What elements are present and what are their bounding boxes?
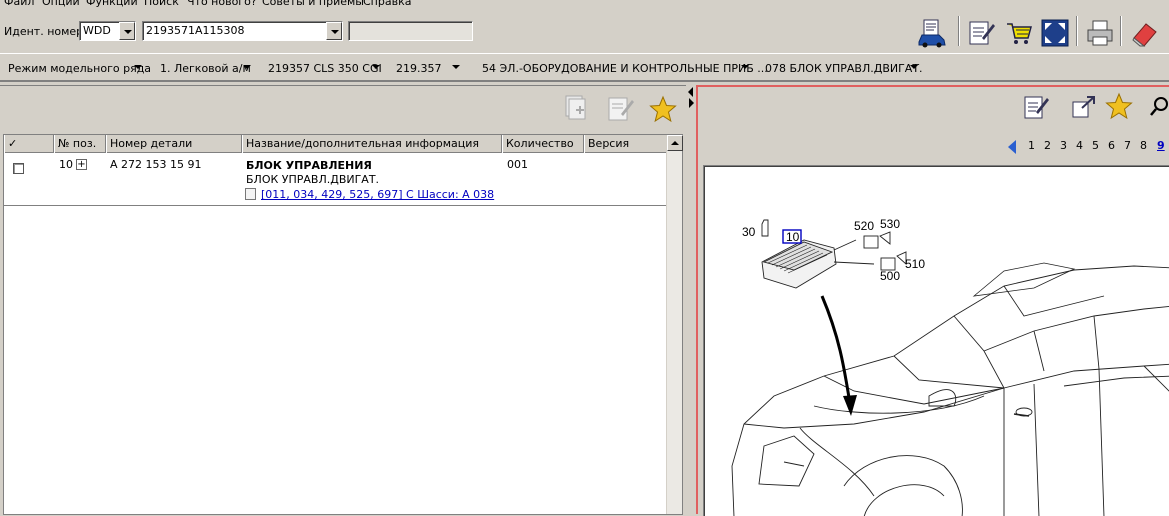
col-name[interactable]: Название/дополнительная информация bbox=[242, 135, 502, 153]
ident-prefix-select[interactable]: WDD bbox=[79, 21, 136, 41]
chevron-down-icon[interactable] bbox=[910, 65, 918, 69]
chevron-down-icon[interactable] bbox=[741, 65, 749, 69]
chevron-down-icon[interactable] bbox=[119, 22, 135, 40]
page-link-6[interactable]: 6 bbox=[1108, 139, 1115, 152]
previous-page-icon[interactable] bbox=[1008, 140, 1016, 154]
star-icon[interactable] bbox=[649, 95, 677, 123]
search-icon[interactable] bbox=[1150, 95, 1169, 117]
expand-window-icon[interactable] bbox=[1070, 93, 1098, 121]
callout-530[interactable]: 530 bbox=[880, 217, 900, 231]
table-row[interactable]: 10 + A 272 153 15 91 БЛОК УПРАВЛЕНИЯ БЛО… bbox=[4, 154, 668, 206]
page-link-5[interactable]: 5 bbox=[1092, 139, 1099, 152]
page-link-4[interactable]: 4 bbox=[1076, 139, 1083, 152]
row-position: 10 bbox=[59, 158, 73, 171]
breadcrumb-group[interactable]: 54 ЭЛ.-ОБОРУДОВАНИЕ И КОНТРОЛЬНЫЕ ПРИБ .… bbox=[482, 62, 768, 75]
fullscreen-icon[interactable] bbox=[1040, 18, 1070, 48]
row-checkbox[interactable] bbox=[13, 163, 24, 174]
scroll-up-button[interactable] bbox=[667, 135, 683, 151]
menu-tips[interactable]: Советы и приемы bbox=[262, 0, 364, 8]
vehicle-data-icon[interactable] bbox=[917, 18, 947, 48]
chevron-down-icon[interactable] bbox=[452, 65, 460, 69]
expand-icon[interactable]: + bbox=[76, 159, 87, 170]
menu-options[interactable]: Опции bbox=[42, 0, 80, 8]
breadcrumb-type[interactable]: 219.357 bbox=[396, 62, 442, 75]
ident-number-combo[interactable]: 2193571A115308 bbox=[142, 21, 343, 41]
page-link-3[interactable]: 3 bbox=[1060, 139, 1067, 152]
breadcrumb-model[interactable]: 219357 CLS 350 CGI bbox=[268, 62, 382, 75]
car-illustration: 30 10 520 530 500 510 bbox=[731, 217, 1169, 516]
parts-table: ✓ № поз. Номер детали Название/дополните… bbox=[3, 134, 683, 515]
page-link-2[interactable]: 2 bbox=[1044, 139, 1051, 152]
shopping-cart-icon[interactable] bbox=[1004, 18, 1034, 48]
menu-bar: Файл Опции Функции Поиск Что нового? Сов… bbox=[0, 0, 1169, 12]
pane-splitter[interactable] bbox=[686, 85, 696, 514]
callout-510[interactable]: 510 bbox=[905, 257, 925, 271]
print-icon[interactable] bbox=[1085, 18, 1115, 48]
star-icon[interactable] bbox=[1105, 92, 1133, 120]
parts-list-pane: ✓ № поз. Номер детали Название/дополните… bbox=[0, 85, 686, 515]
document-icon bbox=[245, 188, 256, 200]
callout-30[interactable]: 30 bbox=[742, 225, 756, 239]
row-name: БЛОК УПРАВЛЕНИЯ bbox=[246, 159, 372, 172]
edit-notes-icon[interactable] bbox=[1022, 93, 1050, 121]
parts-drawing[interactable]: 30 10 520 530 500 510 bbox=[703, 165, 1169, 516]
menu-file[interactable]: Файл bbox=[4, 0, 34, 8]
row-quantity: 001 bbox=[507, 158, 528, 171]
breadcrumb-subgroup[interactable]: 078 БЛОК УПРАВЛ.ДВИГАТ. bbox=[765, 62, 923, 75]
col-quantity[interactable]: Количество bbox=[502, 135, 584, 153]
toolbar-separator bbox=[958, 16, 960, 46]
table-header: ✓ № поз. Номер детали Название/дополните… bbox=[4, 135, 670, 153]
eraser-icon[interactable] bbox=[1130, 18, 1160, 48]
row-info-link[interactable]: [011, 034, 429, 525, 697] С Шасси: A 038 bbox=[261, 188, 494, 201]
breadcrumb-mode[interactable]: Режим модельного ряда bbox=[8, 62, 151, 75]
menu-whats-new[interactable]: Что нового? bbox=[187, 0, 257, 8]
page-link-1[interactable]: 1 bbox=[1028, 139, 1035, 152]
col-version[interactable]: Версия bbox=[584, 135, 670, 153]
chevron-down-icon[interactable] bbox=[326, 22, 342, 40]
chevron-up-icon bbox=[671, 141, 679, 145]
toolbar-separator bbox=[1120, 16, 1122, 46]
add-to-list-icon[interactable] bbox=[562, 94, 590, 124]
ident-label: Идент. номер bbox=[4, 25, 84, 38]
callout-520[interactable]: 520 bbox=[854, 219, 874, 233]
toolbar-separator bbox=[1076, 16, 1078, 46]
col-part-number[interactable]: Номер детали bbox=[106, 135, 242, 153]
chevron-down-icon[interactable] bbox=[134, 65, 142, 69]
menu-search[interactable]: Поиск bbox=[144, 0, 179, 8]
menu-functions[interactable]: Функции bbox=[86, 0, 138, 8]
drawing-pane: 1 2 3 4 5 6 7 8 9 30 10 520 530 500 510 bbox=[696, 85, 1169, 516]
ident-toolbar: Идент. номер WDD 2193571A115308 bbox=[0, 12, 1169, 52]
collapse-right-icon[interactable] bbox=[689, 98, 694, 108]
ident-extra-field bbox=[348, 21, 473, 41]
row-sub-name: БЛОК УПРАВЛ.ДВИГАТ. bbox=[246, 173, 380, 186]
breadcrumb-class[interactable]: 1. Легковой а/м bbox=[160, 62, 251, 75]
vertical-scrollbar[interactable] bbox=[666, 135, 683, 514]
row-part-number: A 272 153 15 91 bbox=[110, 158, 202, 171]
menu-help[interactable]: Справка bbox=[363, 0, 411, 8]
col-check[interactable]: ✓ bbox=[4, 135, 54, 153]
page-link-7[interactable]: 7 bbox=[1124, 139, 1131, 152]
chevron-down-icon[interactable] bbox=[372, 65, 380, 69]
callout-500[interactable]: 500 bbox=[880, 269, 900, 283]
chevron-down-icon[interactable] bbox=[243, 65, 251, 69]
col-position[interactable]: № поз. bbox=[54, 135, 106, 153]
page-link-current[interactable]: 9 bbox=[1157, 139, 1165, 152]
callout-10[interactable]: 10 bbox=[786, 230, 800, 244]
breadcrumb: Режим модельного ряда 1. Легковой а/м 21… bbox=[0, 53, 1169, 82]
page-link-8[interactable]: 8 bbox=[1140, 139, 1147, 152]
collapse-left-icon[interactable] bbox=[688, 87, 693, 97]
edit-notes-icon[interactable] bbox=[966, 18, 996, 48]
edit-notes-icon[interactable] bbox=[605, 94, 635, 124]
